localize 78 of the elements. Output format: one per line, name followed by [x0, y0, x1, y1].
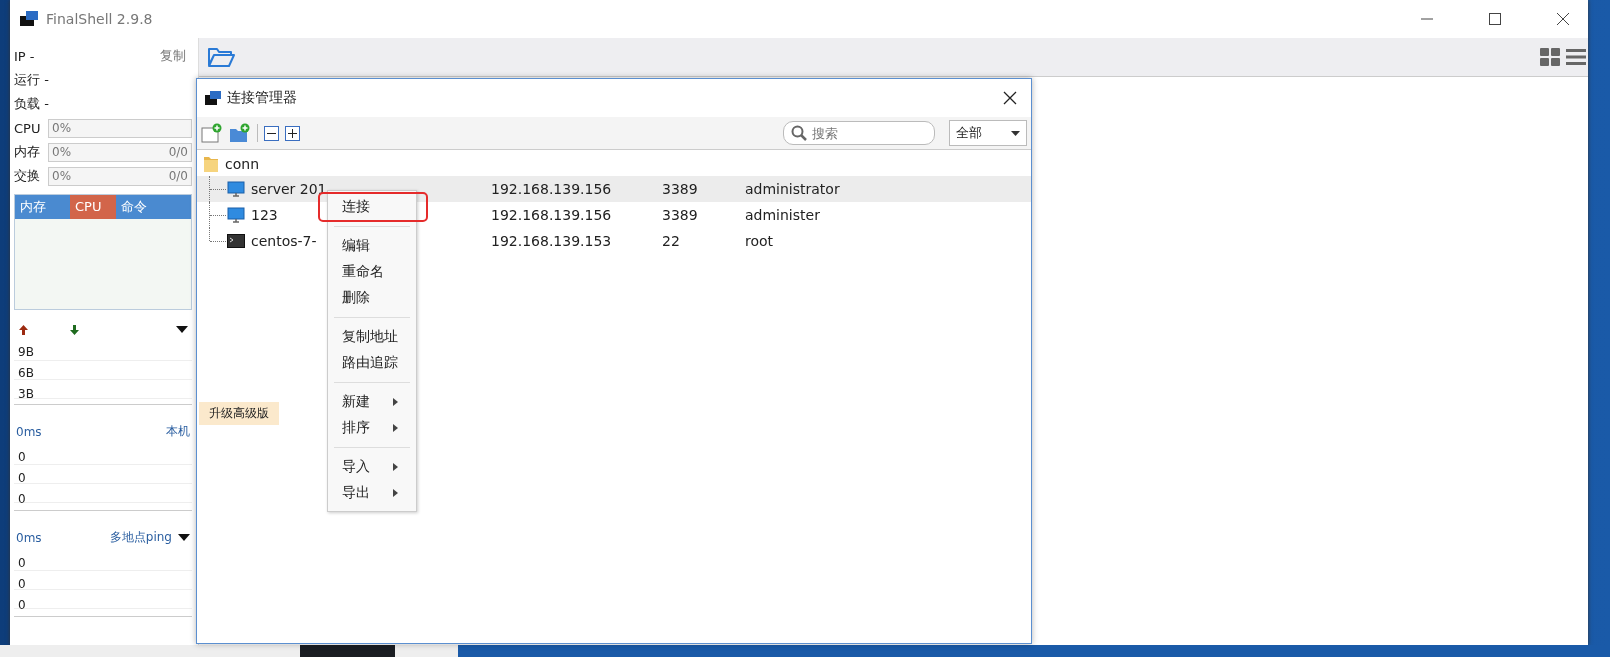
axis-label: 0 [18, 470, 27, 486]
monitor-icon [227, 207, 245, 223]
submenu-arrow-icon [393, 463, 398, 471]
menu-item[interactable]: 导入 [328, 454, 416, 480]
port-number: 22 [662, 233, 680, 249]
window-title: FinalShell 2.9.8 [46, 11, 153, 27]
submenu-arrow-icon [393, 489, 398, 497]
collapse-icon[interactable] [264, 125, 279, 141]
meter-bar: 0% [48, 118, 192, 138]
menu-item[interactable]: 排序 [328, 415, 416, 441]
user-name: administer [745, 207, 820, 223]
menu-item[interactable]: 新建 [328, 389, 416, 415]
meter-bar: 0% 0/0 [48, 142, 192, 162]
ping-target[interactable]: 多地点ping [109, 529, 172, 546]
upgrade-label[interactable]: 升级高级版 [199, 402, 279, 425]
menu-item[interactable]: 编辑 [328, 233, 416, 259]
port-number: 3389 [662, 181, 698, 197]
info-text: 负载 - [14, 95, 49, 113]
axis-label: 6B [18, 365, 35, 381]
menu-item[interactable]: 路由追踪 [328, 350, 416, 376]
search-icon [791, 125, 807, 141]
connection-name[interactable]: 123 [251, 207, 278, 223]
menu-item[interactable]: 重命名 [328, 259, 416, 285]
axis-label: 0 [18, 448, 27, 465]
meter-bar: 0% 0/0 [48, 166, 192, 186]
maximize-icon[interactable] [1488, 12, 1502, 26]
monitor-tab[interactable]: 命令 [116, 195, 171, 219]
latency-text: 0ms [16, 530, 42, 545]
monitor-icon [227, 181, 245, 197]
submenu-arrow-icon [393, 398, 398, 406]
dialog-title: 连接管理器 [227, 89, 297, 107]
terminal-icon [227, 233, 245, 249]
dropdown-caret-icon[interactable] [178, 533, 190, 542]
menu-item[interactable]: 删除 [328, 285, 416, 311]
axis-label: 0 [18, 554, 27, 571]
menu-item[interactable]: 复制地址 [328, 324, 416, 350]
folder-icon [203, 155, 219, 173]
ping-target[interactable]: 本机 [166, 423, 190, 440]
submenu-arrow-icon [393, 424, 398, 432]
port-number: 3389 [662, 207, 698, 223]
search-field[interactable]: 搜索 [783, 121, 935, 145]
close-icon[interactable] [1003, 91, 1017, 105]
new-folder-icon[interactable] [229, 123, 251, 143]
tree-group-name[interactable]: conn [225, 156, 259, 172]
grid-view-icon[interactable] [1540, 48, 1560, 66]
axis-label: 0 [18, 597, 27, 614]
list-view-icon[interactable] [1566, 48, 1586, 66]
app-icon [205, 90, 221, 106]
meter-label: 交换 [14, 167, 41, 185]
menu-item[interactable]: 导出 [328, 480, 416, 506]
info-text: 运行 - [14, 71, 49, 89]
folder-icon[interactable] [207, 46, 235, 68]
close-icon[interactable] [1556, 12, 1570, 26]
ip-text: IP - [14, 48, 35, 64]
meter-label: CPU [14, 120, 42, 136]
monitor-tab[interactable]: CPU [70, 195, 116, 219]
user-name: root [745, 233, 774, 249]
caret-icon [1011, 130, 1020, 136]
copy-link[interactable]: 复制 [160, 47, 186, 65]
download-arrow-icon [69, 324, 80, 336]
filter-dropdown[interactable]: 全部 [949, 120, 1027, 146]
app-icon [20, 11, 38, 27]
latency-text: 0ms [16, 424, 42, 439]
user-name: administrator [745, 181, 840, 197]
axis-label: 0 [18, 491, 27, 508]
monitor-tab[interactable]: 内存 [15, 195, 70, 219]
expand-icon[interactable] [285, 125, 300, 141]
meter-label: 内存 [14, 143, 41, 161]
ip-address: 192.168.139.156 [491, 181, 612, 197]
axis-label: 9B [18, 344, 35, 361]
axis-label: 0 [18, 576, 27, 592]
upload-arrow-icon [18, 324, 29, 336]
ip-address: 192.168.139.156 [491, 207, 612, 223]
axis-label: 3B [18, 385, 35, 402]
connection-name[interactable]: centos-7- [251, 233, 317, 249]
dropdown-caret-icon[interactable] [176, 326, 188, 334]
new-file-icon[interactable] [201, 123, 223, 143]
ip-address: 192.168.139.153 [491, 233, 612, 249]
